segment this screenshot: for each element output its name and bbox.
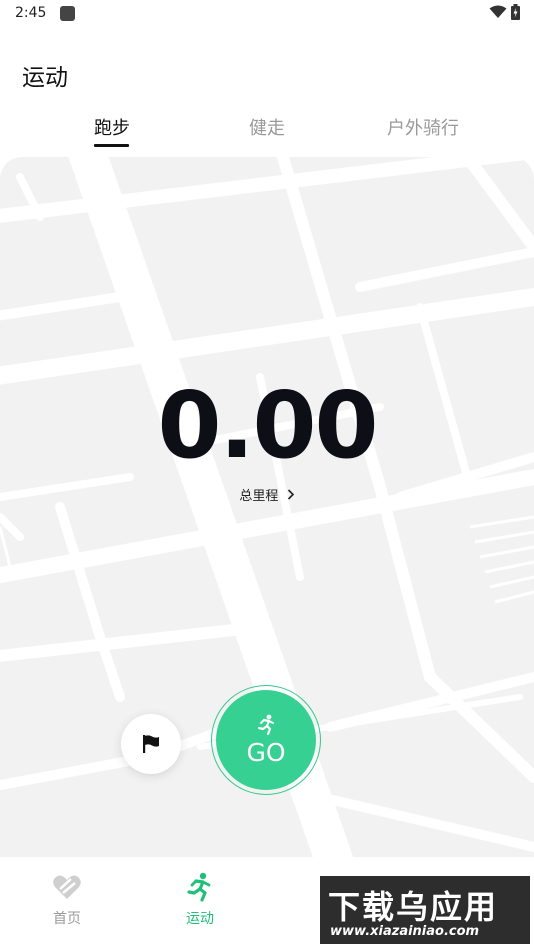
- go-label: GO: [246, 737, 286, 767]
- home-heart-icon: [53, 875, 81, 899]
- nav-item-home[interactable]: 首页: [7, 857, 127, 950]
- battery-icon: [511, 4, 520, 20]
- total-distance-label: 总里程: [239, 489, 279, 504]
- wifi-icon: [489, 5, 507, 18]
- flag-icon: [143, 735, 159, 753]
- tab-walking[interactable]: 健走: [249, 114, 285, 140]
- running-icon: [187, 872, 211, 902]
- flag-button[interactable]: [121, 714, 181, 774]
- sport-type-tabs: 跑步 健走 户外骑行: [0, 106, 534, 152]
- map-view[interactable]: 0.00 总里程 GO: [0, 157, 534, 857]
- tab-running[interactable]: 跑步: [94, 114, 130, 140]
- app-notification-icon: [60, 6, 75, 21]
- go-start-button[interactable]: GO: [216, 690, 316, 790]
- watermark-title: 下载乌应用: [328, 888, 499, 926]
- status-bar: 2:45: [0, 0, 534, 28]
- watermark-logo: 下载乌应用 www.xiazainiao.com: [320, 876, 530, 944]
- nav-label-sport: 运动: [186, 911, 214, 927]
- nav-item-sport[interactable]: 运动: [140, 857, 260, 950]
- status-time: 2:45: [15, 5, 47, 21]
- chevron-right-icon: [287, 489, 294, 500]
- tab-outdoor-cycling[interactable]: 户外骑行: [387, 114, 459, 140]
- nav-label-home: 首页: [53, 911, 81, 927]
- active-tab-indicator: [94, 144, 129, 147]
- status-indicators: [489, 4, 520, 20]
- total-distance-value: 0.00: [157, 372, 379, 479]
- page-title: 运动: [22, 65, 68, 91]
- running-icon: [257, 714, 274, 735]
- watermark-url: www.xiazainiao.com: [330, 924, 480, 939]
- total-distance-link[interactable]: 总里程: [0, 485, 534, 504]
